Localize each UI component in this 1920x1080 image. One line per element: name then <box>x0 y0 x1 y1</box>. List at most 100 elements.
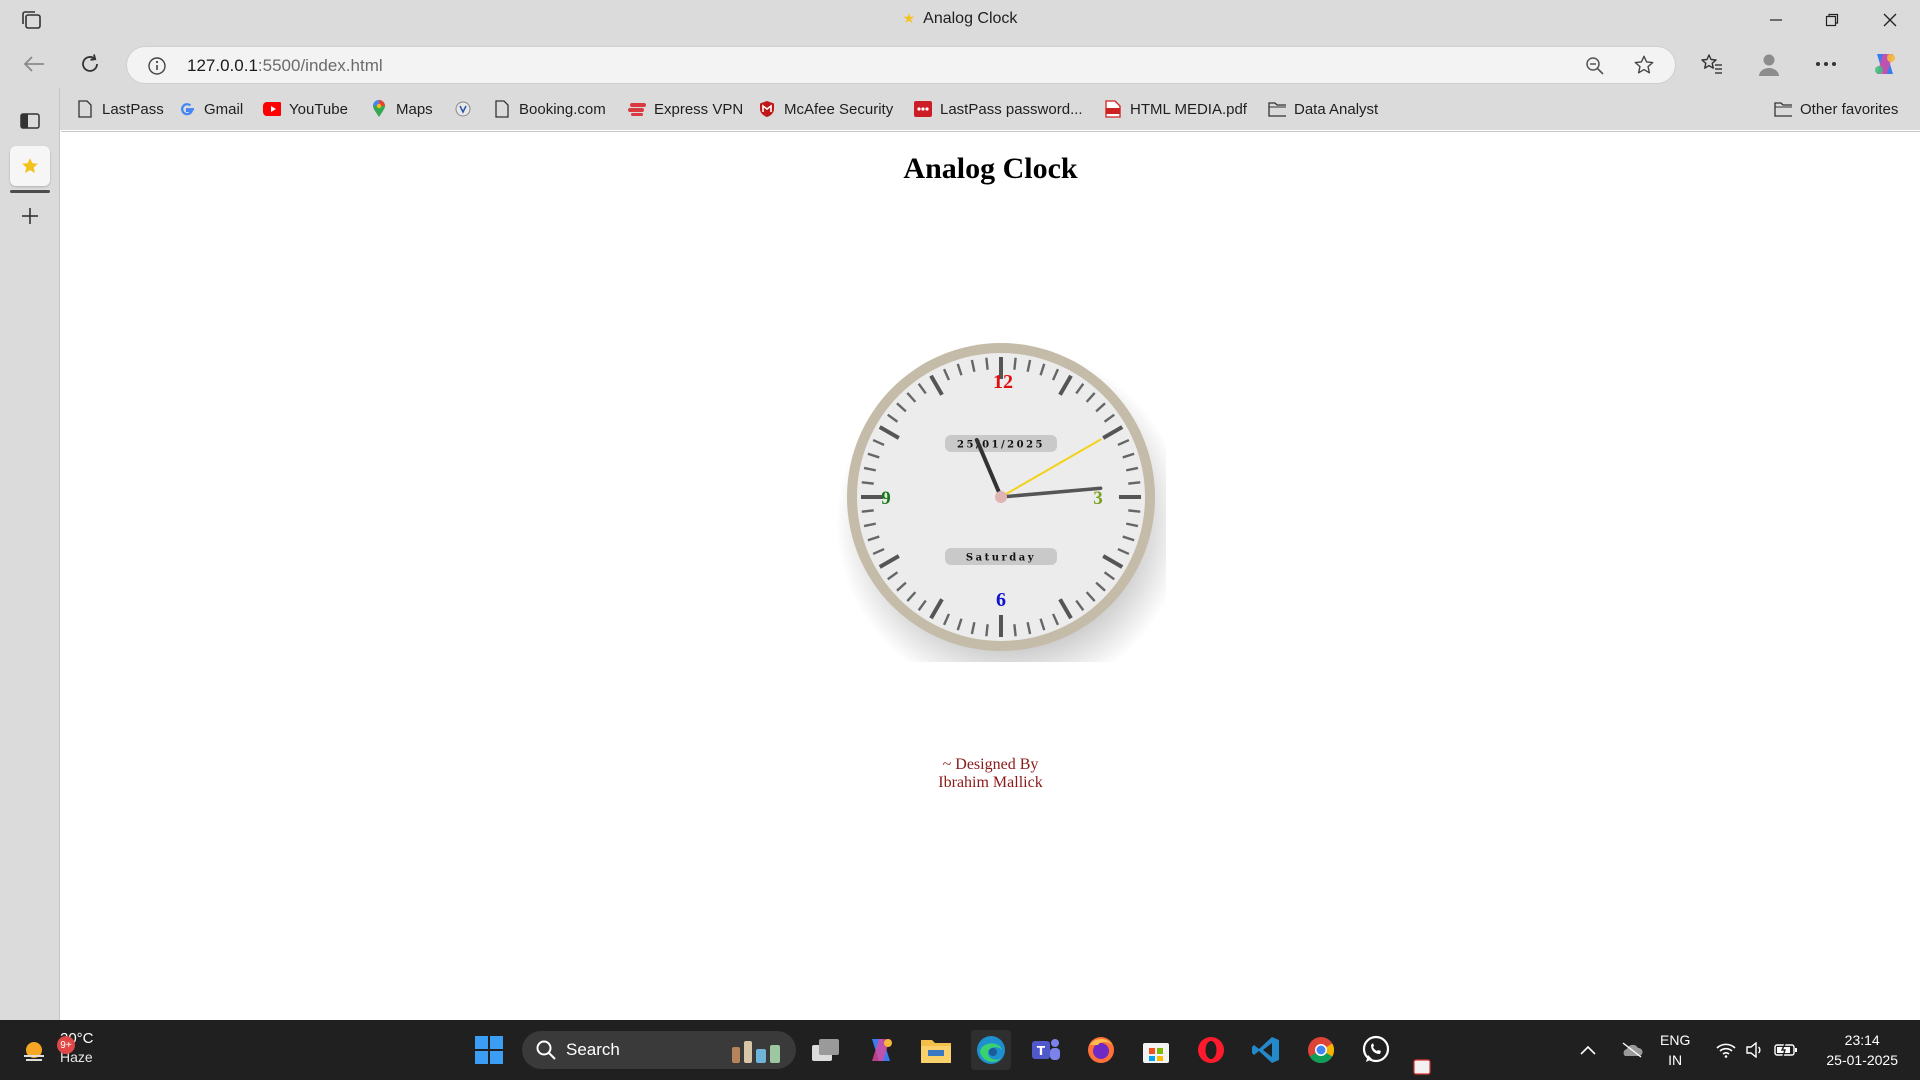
new-tab-icon[interactable] <box>10 196 50 236</box>
numeral-9: 9 <box>881 488 891 509</box>
url-text[interactable]: 127.0.0.1:5500/index.html <box>187 56 383 76</box>
microsoft-store-icon[interactable] <box>1136 1030 1176 1070</box>
numeral-12: 12 <box>993 371 1013 393</box>
copilot-taskbar-icon[interactable] <box>861 1030 901 1070</box>
clock-tick <box>1128 481 1141 485</box>
tab-favicon-icon: ★ <box>902 10 916 26</box>
close-button[interactable] <box>1862 0 1918 40</box>
taskbar-search[interactable]: Search <box>522 1031 796 1069</box>
window-title-text: Analog Clock <box>923 10 1018 27</box>
designer-credit: ~ Designed By Ibrahim Mallick <box>61 756 1920 792</box>
page-content: Analog Clock 25/01/2025 Saturday 12 3 6 … <box>61 131 1920 1020</box>
url-path: :5500/index.html <box>257 56 383 75</box>
other-favorites-label: Other favorites <box>1800 100 1899 118</box>
numeral-6: 6 <box>996 589 1006 611</box>
credit-line-2: Ibrahim Mallick <box>938 774 1043 791</box>
page-title: Analog Clock <box>903 152 1078 185</box>
favorite-booking[interactable]: Booking.com <box>493 98 606 120</box>
add-favorite-icon[interactable] <box>1633 54 1655 81</box>
search-icon <box>536 1040 556 1060</box>
maps-pin-icon <box>370 100 388 118</box>
google-icon <box>178 100 196 118</box>
favorite-expressvpn[interactable]: Express VPN <box>628 98 743 120</box>
clock-tick <box>1128 509 1141 513</box>
zoom-out-icon[interactable] <box>1585 56 1605 81</box>
favorite-lastpass[interactable]: LastPass <box>76 98 164 120</box>
edge-browser-icon[interactable] <box>971 1030 1011 1070</box>
clock-tick <box>1013 624 1017 637</box>
copilot-icon[interactable] <box>1867 48 1903 80</box>
mcafee-icon <box>758 100 776 118</box>
favorite-lastpass-password[interactable]: LastPass password... <box>914 98 1083 120</box>
battery-icon[interactable] <box>1774 1020 1798 1080</box>
folder-icon <box>1268 100 1286 118</box>
whatsapp-icon[interactable] <box>1356 1030 1396 1070</box>
clock-svg: 25/01/2025 Saturday 12 3 6 9 <box>836 343 1186 697</box>
file-explorer-icon[interactable] <box>916 1030 956 1070</box>
teams-icon[interactable]: T <box>1026 1030 1066 1070</box>
refresh-icon[interactable] <box>72 48 108 80</box>
weather-widget[interactable]: 9+ 20°C Haze <box>20 1030 94 1066</box>
more-menu-icon[interactable] <box>1808 48 1844 80</box>
clock-tick <box>1013 357 1017 370</box>
other-favorites[interactable]: Other favorites <box>1774 98 1898 120</box>
snipping-tool-icon[interactable] <box>1408 1050 1438 1080</box>
favorite-label: Express VPN <box>654 100 744 118</box>
favorite-data-analyst[interactable]: Data Analyst <box>1268 98 1378 120</box>
page-icon <box>76 100 94 118</box>
analog-clock: 25/01/2025 Saturday 12 3 6 9 <box>836 332 1186 697</box>
system-clock[interactable]: 23:14 25-01-2025 <box>1826 1030 1898 1070</box>
favorite-label: LastPass <box>102 100 164 118</box>
tab-actions-icon[interactable] <box>10 100 50 140</box>
navigation-bar: 127.0.0.1:5500/index.html <box>0 40 1920 88</box>
folder-icon <box>1774 100 1792 118</box>
favorites-icon[interactable] <box>1694 48 1730 80</box>
search-highlight-icon <box>728 1035 786 1065</box>
vscode-icon[interactable] <box>1246 1030 1286 1070</box>
wifi-icon[interactable] <box>1716 1020 1736 1080</box>
weather-sun-icon <box>20 1032 52 1064</box>
opera-icon[interactable] <box>1191 1030 1231 1070</box>
minimize-button[interactable] <box>1748 0 1804 40</box>
clock-tick <box>985 624 989 637</box>
center-pin <box>995 491 1007 503</box>
favorite-label: McAfee Security <box>784 100 894 118</box>
favorite-label: Data Analyst <box>1294 100 1379 118</box>
start-button[interactable] <box>469 1030 509 1070</box>
onedrive-offline-icon[interactable] <box>1620 1020 1644 1080</box>
favorite-gmail[interactable]: Gmail <box>178 98 243 120</box>
back-icon[interactable] <box>16 48 52 80</box>
credit-line-1: ~ Designed By <box>942 756 1039 773</box>
address-bar[interactable]: 127.0.0.1:5500/index.html <box>126 46 1676 84</box>
input-language[interactable]: ENG IN <box>1660 1030 1690 1070</box>
volume-icon[interactable] <box>1746 1020 1764 1080</box>
chrome-icon[interactable] <box>1301 1030 1341 1070</box>
task-view-icon[interactable] <box>806 1030 846 1070</box>
title-bar: ★ Analog Clock <box>0 0 1920 40</box>
restore-button[interactable] <box>1804 0 1860 40</box>
favorite-label: LastPass password... <box>940 100 1083 118</box>
clock-tick <box>985 357 989 370</box>
language-code: ENG <box>1660 1032 1691 1048</box>
clock-tick <box>861 481 874 485</box>
system-time: 23:14 <box>1844 1032 1880 1048</box>
favorite-extension[interactable] <box>454 98 480 120</box>
url-host: 127.0.0.1 <box>187 56 258 75</box>
weather-badge: 9+ <box>57 1036 75 1054</box>
favorite-maps[interactable]: Maps <box>370 98 433 120</box>
show-hidden-icons[interactable] <box>1580 1020 1596 1080</box>
favorite-html-media-pdf[interactable]: HTML MEDIA.pdf <box>1104 98 1247 120</box>
favorite-mcafee[interactable]: McAfee Security <box>758 98 893 120</box>
favorite-youtube[interactable]: YouTube <box>263 98 348 120</box>
favorite-label: YouTube <box>289 100 348 118</box>
day-text: Saturday <box>966 553 1036 564</box>
expressvpn-icon <box>628 100 646 118</box>
page-icon <box>493 100 511 118</box>
site-info-icon[interactable] <box>147 56 167 76</box>
date-text: 25/01/2025 <box>957 440 1045 451</box>
tab-analog-clock[interactable] <box>10 146 50 186</box>
search-label: Search <box>566 1040 620 1059</box>
favorites-bar: LastPass Gmail YouTube Maps Booking.com … <box>60 88 1920 130</box>
firefox-icon[interactable] <box>1081 1030 1121 1070</box>
profile-avatar-icon[interactable] <box>1751 48 1787 80</box>
